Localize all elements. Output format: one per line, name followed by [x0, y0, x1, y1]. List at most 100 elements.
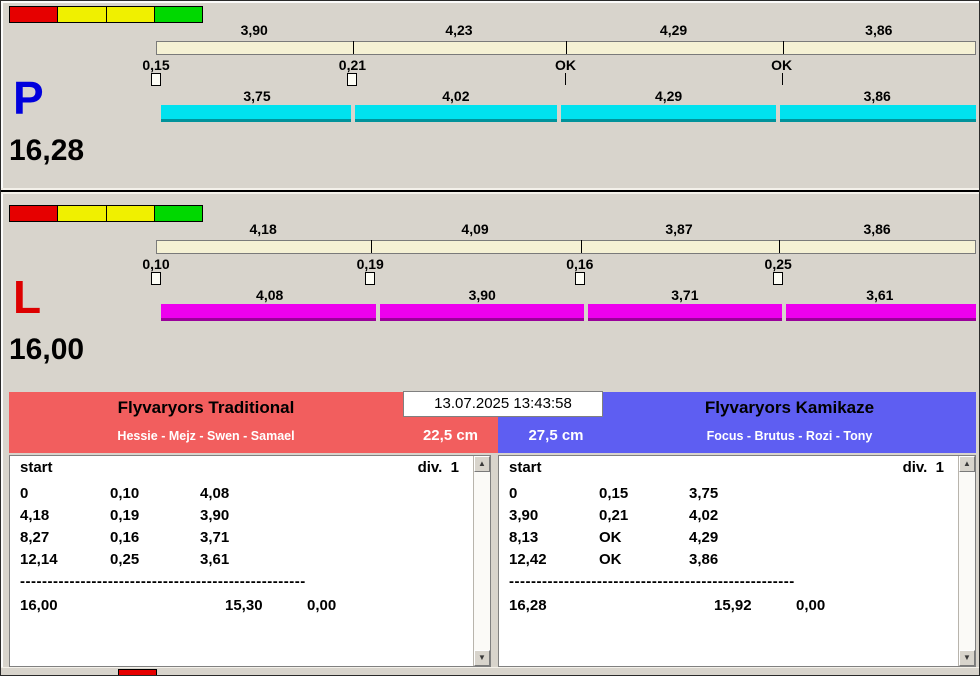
split-time-label: 4,18 [249, 221, 277, 237]
exchange-label: 0,10 [142, 256, 170, 272]
exchange-tick-icon [565, 73, 567, 85]
split-progress-bar [156, 41, 976, 55]
results-list-left[interactable]: start div. 1 0 0,10 4,08 4,18 0,19 3,90 8,27 0,16… [10, 456, 473, 666]
sum-legs-cell: 15,30 [225, 597, 263, 614]
exchange-time-cell: 0,21 [599, 507, 629, 524]
results-row: 0 0,15 3,75 [499, 485, 958, 507]
exchange-time-cell: 0,16 [110, 529, 140, 546]
penalty-cell: 0,00 [796, 597, 826, 614]
status-light-3 [154, 7, 202, 22]
scroll-down-icon[interactable]: ▼ [474, 650, 490, 666]
leg-time-cell: 3,75 [689, 485, 719, 502]
exchange-label: 0,16 [566, 256, 594, 272]
cumulative-time-cell: 8,13 [509, 529, 539, 546]
exchange-checkbox [347, 73, 358, 86]
split-progress-bar [156, 240, 976, 254]
status-light-2 [106, 206, 155, 221]
exchange-label: 0,19 [356, 256, 384, 272]
scroll-up-icon[interactable]: ▲ [959, 456, 975, 472]
lane-panel-p: P 16,28 3,90 0,15 3,75 4,23 0,21 4,02 4,29 OK 4,29… [3, 1, 977, 189]
results-row: 12,42 OK 3,86 [499, 551, 958, 573]
scroll-up-icon[interactable]: ▲ [474, 456, 490, 472]
split-time-label: 3,87 [665, 221, 693, 237]
results-divider: ----------------------------------------… [20, 573, 306, 590]
teams-results-section: Flyvaryors Traditional Hessie - Mejz - S… [9, 391, 976, 669]
leg-time-label: 4,08 [256, 287, 284, 303]
leg-bar-segment [588, 304, 782, 321]
team-name-left: Flyvaryors Traditional [117, 398, 295, 417]
leg-time-label: 4,29 [654, 88, 683, 104]
exchange-time-cell: 0,15 [599, 485, 629, 502]
lane-letter: L [13, 271, 42, 323]
panel-separator [1, 188, 979, 194]
results-start-header: start [509, 459, 542, 476]
total-time-cell: 16,28 [509, 597, 547, 614]
results-list-right[interactable]: start div. 1 0 0,15 3,75 3,90 0,21 4,02 8,13 OK 4,… [499, 456, 958, 666]
handicap-distance-left: 22,5 cm [422, 427, 479, 444]
scroll-down-icon[interactable]: ▼ [959, 650, 975, 666]
leg-time-label: 4,02 [442, 88, 470, 104]
status-light-0 [10, 206, 59, 221]
exchange-checkbox [151, 73, 161, 86]
leg-time-cell: 3,71 [200, 529, 230, 546]
status-light-1 [58, 206, 107, 221]
exchange-label: 0,25 [764, 256, 792, 272]
results-total-row: 16,00 15,30 0,00 [10, 593, 473, 621]
team-name-right: Flyvaryors Kamikaze [704, 398, 875, 417]
cumulative-time-cell: 4,18 [20, 507, 50, 524]
leg-time-cell: 4,02 [689, 507, 719, 524]
exchange-label: 0,21 [338, 57, 367, 73]
lane-panel-l: L 16,00 4,18 0,10 4,08 4,09 0,19 3,90 3,87 0,16 3,… [3, 200, 977, 388]
lane-letter: P [13, 72, 44, 124]
results-panel-left: start div. 1 0 0,10 4,08 4,18 0,19 3,90 8,27 0,16… [9, 455, 491, 667]
exchange-label: OK [771, 57, 793, 73]
status-light-2 [106, 7, 155, 22]
cumulative-time-cell: 3,90 [509, 507, 539, 524]
results-row: 4,18 0,19 3,90 [10, 507, 473, 529]
next-lane-indicator [118, 669, 157, 675]
split-bar-divider [371, 240, 373, 253]
results-header-row: start div. 1 [499, 459, 958, 485]
total-time-cell: 16,00 [20, 597, 58, 614]
leg-time-cell: 3,86 [689, 551, 719, 568]
results-row: 0 0,10 4,08 [10, 485, 473, 507]
exchange-checkbox [574, 272, 585, 285]
split-time-label: 4,29 [659, 22, 688, 38]
exchange-checkbox [151, 272, 161, 285]
vertical-scrollbar[interactable]: ▲ ▼ [473, 456, 490, 666]
leg-time-label: 3,86 [863, 88, 891, 104]
split-bar-divider [353, 41, 355, 54]
split-bar-divider [580, 240, 582, 253]
split-time-label: 3,86 [865, 22, 893, 38]
results-row: 12,14 0,25 3,61 [10, 551, 473, 573]
exchange-time-cell: 0,25 [110, 551, 140, 568]
status-light-1 [58, 7, 107, 22]
exchange-checkbox [773, 272, 784, 285]
split-bar-divider [782, 41, 784, 54]
leg-time-cell: 3,61 [200, 551, 230, 568]
results-total-row: 16,28 15,92 0,00 [499, 593, 958, 621]
results-start-header: start [20, 459, 53, 476]
vertical-scrollbar[interactable]: ▲ ▼ [958, 456, 975, 666]
status-indicator [9, 6, 203, 23]
split-time-label: 3,90 [240, 22, 268, 38]
exchange-time-cell: 0,19 [110, 507, 140, 524]
results-row: 3,90 0,21 4,02 [499, 507, 958, 529]
results-header-row: start div. 1 [10, 459, 473, 485]
exchange-checkbox [365, 272, 376, 285]
leg-time-cell: 3,90 [200, 507, 230, 524]
results-division-header: div. 1 [417, 459, 459, 476]
leg-bar-segment [560, 105, 777, 122]
cumulative-time-cell: 12,14 [20, 551, 58, 568]
status-light-0 [10, 7, 59, 22]
results-division-header: div. 1 [902, 459, 944, 476]
leg-time-label: 3,75 [243, 88, 271, 104]
datetime-display: 13.07.2025 13:43:58 [403, 391, 603, 417]
sum-legs-cell: 15,92 [714, 597, 752, 614]
results-row: 8,27 0,16 3,71 [10, 529, 473, 551]
exchange-label: 0,15 [142, 57, 170, 73]
exchange-time-cell: OK [599, 551, 622, 568]
exchange-time-cell: OK [599, 529, 622, 546]
split-time-label: 3,86 [863, 221, 891, 237]
app-window: P 16,28 3,90 0,15 3,75 4,23 0,21 4,02 4,29 OK 4,29… [0, 0, 980, 676]
